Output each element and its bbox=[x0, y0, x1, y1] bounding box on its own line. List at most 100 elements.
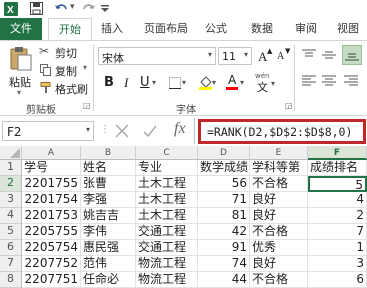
align-right-icon[interactable] bbox=[344, 75, 358, 87]
cell[interactable]: 惠民强 bbox=[81, 240, 136, 256]
undo-dropdown-icon[interactable]: ▾ bbox=[70, 2, 75, 12]
save-icon[interactable] bbox=[30, 2, 43, 15]
row-header[interactable]: 1 bbox=[0, 160, 22, 176]
tab-page-layout[interactable]: 页面布局 bbox=[136, 18, 196, 40]
cell[interactable]: 44 bbox=[198, 272, 250, 288]
enter-icon[interactable] bbox=[142, 123, 158, 139]
cell[interactable]: 数学成绩 bbox=[198, 160, 250, 176]
tab-home[interactable]: 开始 bbox=[48, 18, 92, 41]
cell[interactable]: 6 bbox=[308, 272, 367, 288]
tab-formulas[interactable]: 公式 bbox=[198, 18, 234, 40]
cell[interactable]: 2201753 bbox=[22, 208, 81, 224]
copy-button[interactable]: 复制 ▾ bbox=[38, 61, 90, 78]
cell[interactable]: 81 bbox=[198, 208, 250, 224]
align-middle-icon[interactable] bbox=[322, 49, 336, 61]
cell[interactable]: 物流工程 bbox=[136, 256, 198, 272]
cell[interactable]: 2205754 bbox=[22, 240, 81, 256]
customize-toolbar-icon[interactable] bbox=[100, 4, 110, 14]
font-color-button[interactable]: A ▾ bbox=[224, 73, 248, 91]
underline-button[interactable]: U ▾ bbox=[136, 73, 160, 91]
cell[interactable]: 成绩排名 bbox=[308, 160, 367, 176]
cell[interactable]: 不合格 bbox=[250, 176, 308, 192]
cell[interactable]: 交通工程 bbox=[136, 224, 198, 240]
cell[interactable]: 交通工程 bbox=[136, 240, 198, 256]
tab-data[interactable]: 数据 bbox=[244, 18, 280, 40]
cell[interactable]: 不合格 bbox=[250, 224, 308, 240]
cell[interactable]: 91 bbox=[198, 240, 250, 256]
align-left-icon[interactable] bbox=[302, 75, 316, 87]
underline-dropdown-icon[interactable]: ▾ bbox=[152, 78, 156, 87]
redo-icon[interactable] bbox=[82, 2, 96, 15]
undo-icon[interactable] bbox=[54, 2, 68, 15]
cell[interactable]: 李伟 bbox=[81, 224, 136, 240]
phonetic-dropdown-icon[interactable]: ▾ bbox=[271, 79, 275, 88]
paste-button[interactable]: 粘贴 ▾ bbox=[4, 43, 36, 97]
cell[interactable]: 良好 bbox=[250, 192, 308, 208]
column-header-f[interactable]: F bbox=[308, 146, 367, 160]
row-header[interactable]: 6 bbox=[0, 240, 22, 256]
cell[interactable]: 土木工程 bbox=[136, 176, 198, 192]
align-top-icon[interactable] bbox=[302, 49, 316, 61]
cell[interactable]: 专业 bbox=[136, 160, 198, 176]
font-name-dropdown-icon[interactable]: ▾ bbox=[208, 50, 212, 59]
align-bottom-button[interactable] bbox=[342, 45, 362, 65]
cell[interactable]: 1 bbox=[308, 240, 367, 256]
active-cell[interactable]: 5 bbox=[308, 176, 367, 192]
cell[interactable]: 42 bbox=[198, 224, 250, 240]
tab-review[interactable]: 审阅 bbox=[288, 18, 324, 40]
cell[interactable]: 3 bbox=[308, 256, 367, 272]
font-size-dropdown-icon[interactable]: ▾ bbox=[244, 50, 248, 59]
cancel-icon[interactable] bbox=[114, 123, 130, 139]
formula-text[interactable]: =RANK(D2,$D$2:$D$8,0) bbox=[207, 125, 352, 139]
tab-view[interactable]: 视图 bbox=[330, 18, 366, 40]
name-box-dropdown-icon[interactable]: ▾ bbox=[86, 125, 90, 134]
select-all-corner[interactable] bbox=[0, 146, 22, 160]
cell[interactable]: 74 bbox=[198, 256, 250, 272]
cell[interactable]: 物流工程 bbox=[136, 272, 198, 288]
italic-button[interactable]: I bbox=[118, 73, 134, 91]
row-header[interactable]: 2 bbox=[0, 176, 22, 192]
cell[interactable]: 2207752 bbox=[22, 256, 81, 272]
cell[interactable]: 2205755 bbox=[22, 224, 81, 240]
insert-function-icon[interactable]: fx bbox=[174, 120, 186, 138]
cell[interactable]: 2201754 bbox=[22, 192, 81, 208]
bold-button[interactable]: B bbox=[100, 73, 116, 91]
cell[interactable]: 良好 bbox=[250, 208, 308, 224]
cell[interactable]: 任命必 bbox=[81, 272, 136, 288]
row-header[interactable]: 7 bbox=[0, 256, 22, 272]
column-header-e[interactable]: E bbox=[250, 146, 308, 160]
font-color-dropdown-icon[interactable]: ▾ bbox=[240, 78, 244, 87]
cell[interactable]: 2207751 bbox=[22, 272, 81, 288]
name-box[interactable]: F2 ▾ bbox=[2, 121, 94, 141]
cell[interactable]: 2201755 bbox=[22, 176, 81, 192]
cell[interactable]: 土木工程 bbox=[136, 208, 198, 224]
font-name-box[interactable]: 宋体 ▾ bbox=[98, 47, 216, 65]
row-header[interactable]: 8 bbox=[0, 272, 22, 288]
cell[interactable]: 姓名 bbox=[81, 160, 136, 176]
cell[interactable]: 李强 bbox=[81, 192, 136, 208]
cell[interactable]: 4 bbox=[308, 192, 367, 208]
font-size-box[interactable]: 11 ▾ bbox=[218, 47, 252, 65]
cell[interactable]: 姚吉吉 bbox=[81, 208, 136, 224]
borders-dropdown-icon[interactable]: ▾ bbox=[182, 78, 186, 87]
clipboard-launcher-icon[interactable]: ◲ bbox=[83, 101, 91, 110]
tab-file[interactable]: 文件 bbox=[0, 18, 42, 40]
cell[interactable]: 2 bbox=[308, 208, 367, 224]
cell[interactable]: 学科等第 bbox=[250, 160, 308, 176]
borders-button[interactable]: ▾ bbox=[166, 73, 190, 91]
cell[interactable]: 土木工程 bbox=[136, 192, 198, 208]
column-header-c[interactable]: C bbox=[136, 146, 198, 160]
cell[interactable]: 优秀 bbox=[250, 240, 308, 256]
grow-font-button[interactable]: A ▲ bbox=[256, 47, 272, 64]
tab-insert[interactable]: 插入 bbox=[94, 18, 130, 40]
cut-button[interactable]: ✂ 剪切 bbox=[38, 43, 90, 60]
row-header[interactable]: 3 bbox=[0, 192, 22, 208]
cell[interactable]: 学号 bbox=[22, 160, 81, 176]
cell[interactable]: 7 bbox=[308, 224, 367, 240]
format-painter-button[interactable]: 格式刷 bbox=[38, 79, 90, 96]
align-center-icon[interactable] bbox=[322, 75, 336, 87]
cell[interactable]: 良好 bbox=[250, 256, 308, 272]
cell[interactable]: 71 bbox=[198, 192, 250, 208]
shrink-font-button[interactable]: A ▼ bbox=[274, 47, 290, 64]
row-header[interactable]: 4 bbox=[0, 208, 22, 224]
